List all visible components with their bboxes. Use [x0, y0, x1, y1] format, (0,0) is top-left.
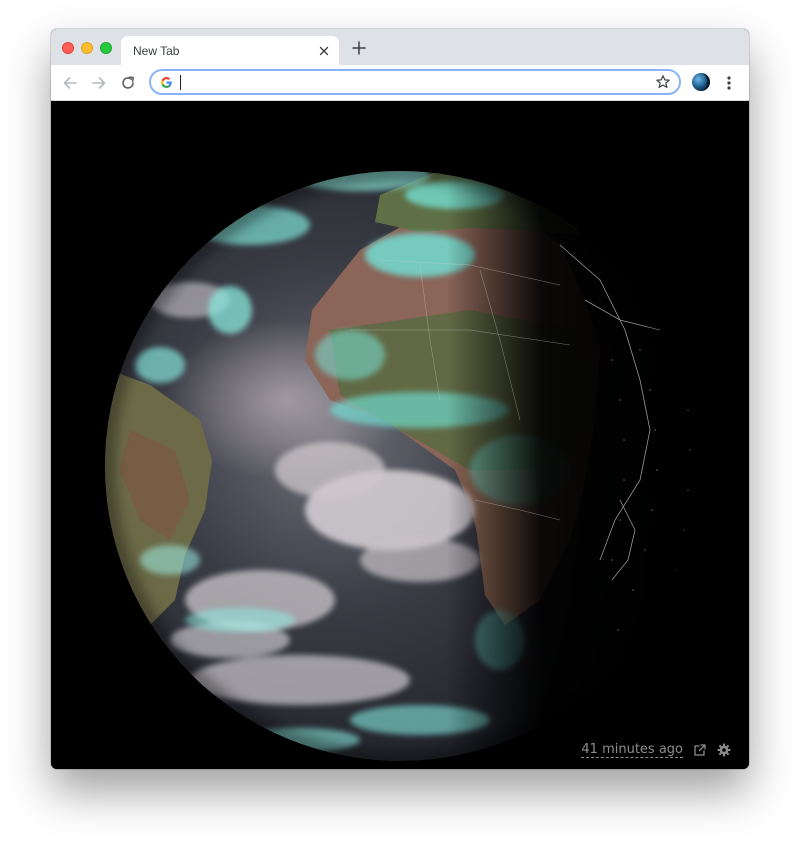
back-arrow-icon[interactable]: [61, 74, 79, 92]
window-close-button[interactable]: [62, 42, 74, 54]
tab-title: New Tab: [133, 44, 180, 58]
earth-globe-image: [105, 171, 695, 761]
tab-strip: New Tab: [51, 29, 749, 65]
window-maximize-button[interactable]: [100, 42, 112, 54]
tab-new-tab[interactable]: New Tab: [121, 36, 339, 65]
plus-icon[interactable]: [351, 40, 367, 56]
google-g-icon: [161, 77, 172, 88]
forward-arrow-icon[interactable]: [90, 74, 108, 92]
open-external-icon[interactable]: [693, 743, 707, 757]
page-content: 41 minutes ago: [51, 101, 749, 769]
globe-footer: 41 minutes ago: [581, 740, 731, 760]
close-icon[interactable]: [317, 44, 331, 58]
last-updated-link[interactable]: 41 minutes ago: [581, 742, 683, 758]
reload-icon[interactable]: [119, 74, 137, 92]
settings-gear-icon[interactable]: [717, 743, 731, 757]
bookmark-star-icon[interactable]: [655, 74, 671, 90]
browser-toolbar: [51, 65, 749, 101]
address-bar[interactable]: [149, 69, 681, 95]
more-menu-icon[interactable]: [723, 74, 735, 92]
extension-earth-icon[interactable]: [691, 72, 711, 92]
omnibox-input[interactable]: [183, 73, 643, 91]
window-minimize-button[interactable]: [81, 42, 93, 54]
text-caret: [180, 75, 181, 90]
browser-window: New Tab 41 minutes ago: [51, 29, 749, 769]
